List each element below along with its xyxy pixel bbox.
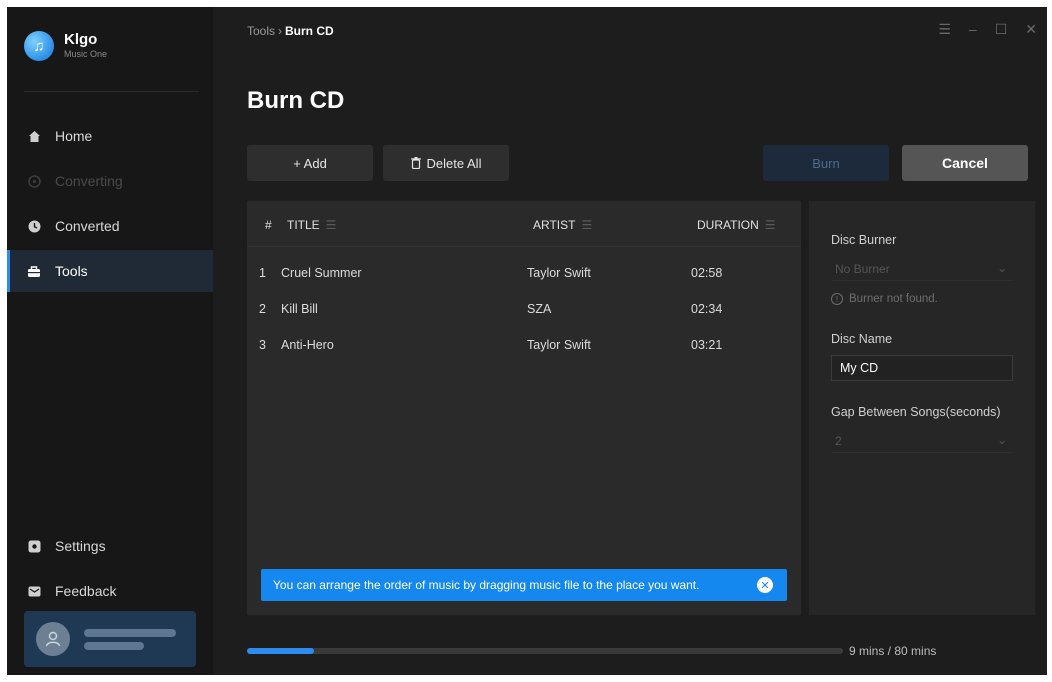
- table-header: # TITLE ☰ ARTIST ☰ DURATION ☰: [247, 201, 801, 247]
- column-artist-label: ARTIST: [533, 218, 576, 232]
- delete-all-label: Delete All: [426, 155, 482, 171]
- app-subtitle: Music One: [64, 49, 108, 59]
- toolbox-icon: [27, 264, 41, 278]
- track-list: # TITLE ☰ ARTIST ☰ DURATION ☰ 1 Cruel Summe…: [247, 201, 801, 615]
- sidebar-item-settings[interactable]: Settings: [7, 525, 213, 567]
- maximize-icon[interactable]: ☐: [995, 21, 1008, 38]
- avatar: [36, 622, 70, 656]
- sort-icon[interactable]: ☰: [581, 218, 592, 232]
- disc-burner-label: Disc Burner: [831, 233, 897, 247]
- breadcrumb-current: Burn CD: [285, 24, 334, 38]
- clock-icon: [27, 219, 41, 233]
- close-icon[interactable]: ✕: [757, 577, 773, 593]
- trash-icon: [410, 157, 421, 169]
- sidebar-item-feedback[interactable]: Feedback: [7, 570, 213, 612]
- sort-icon[interactable]: ☰: [326, 218, 337, 232]
- burner-warning-text: Burner not found.: [849, 293, 938, 305]
- sidebar-item-tools[interactable]: Tools: [7, 250, 213, 292]
- sidebar-item-label: Home: [55, 128, 93, 144]
- disc-name-input[interactable]: [831, 355, 1013, 381]
- table-row[interactable]: 1 Cruel Summer Taylor Swift 02:58: [247, 256, 801, 292]
- info-icon: !: [831, 293, 843, 305]
- row-index: 3: [259, 338, 266, 352]
- disc-name-label: Disc Name: [831, 332, 893, 346]
- breadcrumb-parent[interactable]: Tools: [247, 24, 275, 38]
- burn-button[interactable]: Burn: [763, 145, 889, 181]
- column-duration[interactable]: DURATION ☰: [697, 218, 776, 232]
- sidebar-item-label: Converted: [55, 218, 120, 234]
- gap-value: 2: [835, 434, 842, 448]
- tip-text: You can arrange the order of music by dr…: [273, 578, 700, 592]
- app-name: Klgo: [64, 31, 98, 48]
- sidebar-item-label: Converting: [55, 173, 123, 189]
- row-index: 1: [259, 266, 266, 280]
- row-index: 2: [259, 302, 266, 316]
- home-icon: [27, 129, 41, 143]
- disc-burner-value: No Burner: [835, 262, 890, 276]
- converting-icon: [27, 174, 41, 188]
- column-duration-label: DURATION: [697, 218, 759, 232]
- brand: ♫ Klgo Music One: [24, 31, 107, 61]
- row-title: Cruel Summer: [281, 266, 362, 280]
- sidebar-divider: [24, 91, 199, 92]
- breadcrumb-separator: ›: [278, 24, 283, 38]
- add-button[interactable]: + Add: [247, 145, 373, 181]
- gap-label: Gap Between Songs(seconds): [831, 405, 1001, 419]
- row-artist: Taylor Swift: [527, 266, 591, 280]
- row-duration: 02:58: [691, 266, 723, 280]
- burner-warning: ! Burner not found.: [831, 293, 938, 305]
- app-logo-icon: ♫: [24, 31, 54, 61]
- sidebar-item-label: Feedback: [55, 583, 117, 599]
- app-window: ♫ Klgo Music One Home Converting Convert…: [7, 7, 1047, 675]
- table-row[interactable]: 2 Kill Bill SZA 02:34: [247, 292, 801, 328]
- burn-settings-panel: Disc Burner No Burner ⌄ ! Burner not fou…: [809, 201, 1035, 615]
- sidebar-item-label: Settings: [55, 538, 106, 554]
- sidebar-item-label: Tools: [55, 263, 88, 279]
- sort-icon[interactable]: ☰: [765, 218, 776, 232]
- main-content: Tools › Burn CD ☰ – ☐ ✕ Burn CD + Add Dele…: [213, 7, 1047, 675]
- sidebar-item-home[interactable]: Home: [7, 115, 213, 157]
- cancel-button[interactable]: Cancel: [902, 145, 1028, 181]
- column-index: #: [265, 218, 272, 232]
- capacity-progress-fill: [247, 648, 315, 654]
- row-artist: Taylor Swift: [527, 338, 591, 352]
- tip-banner: You can arrange the order of music by dr…: [261, 569, 787, 601]
- row-title: Anti-Hero: [281, 338, 334, 352]
- capacity-text: 9 mins / 80 mins: [849, 644, 937, 658]
- close-icon[interactable]: ✕: [1025, 21, 1037, 38]
- delete-all-button[interactable]: Delete All: [383, 145, 509, 181]
- sidebar-item-converted[interactable]: Converted: [7, 205, 213, 247]
- capacity-progress-bar: [247, 648, 843, 654]
- sidebar: ♫ Klgo Music One Home Converting Convert…: [7, 7, 213, 675]
- mail-icon: [27, 584, 41, 598]
- column-title-label: TITLE: [287, 218, 320, 232]
- user-info-redacted: [84, 624, 176, 655]
- gap-select[interactable]: 2 ⌄: [831, 429, 1013, 453]
- breadcrumb: Tools › Burn CD: [247, 24, 334, 38]
- page-title: Burn CD: [247, 87, 345, 114]
- user-account[interactable]: [24, 611, 196, 667]
- window-controls: ☰ – ☐ ✕: [938, 21, 1037, 38]
- disc-burner-select[interactable]: No Burner ⌄: [831, 257, 1013, 281]
- row-title: Kill Bill: [281, 302, 318, 316]
- chevron-down-icon: ⌄: [996, 261, 1007, 275]
- column-title[interactable]: TITLE ☰: [287, 218, 336, 232]
- chevron-down-icon: ⌄: [996, 433, 1007, 447]
- table-row[interactable]: 3 Anti-Hero Taylor Swift 03:21: [247, 328, 801, 364]
- sidebar-item-converting[interactable]: Converting: [7, 160, 213, 202]
- row-duration: 03:21: [691, 338, 723, 352]
- minimize-icon[interactable]: –: [969, 21, 977, 38]
- row-duration: 02:34: [691, 302, 723, 316]
- column-artist[interactable]: ARTIST ☰: [533, 218, 592, 232]
- menu-icon[interactable]: ☰: [938, 21, 951, 38]
- gear-icon: [27, 539, 41, 553]
- row-artist: SZA: [527, 302, 552, 316]
